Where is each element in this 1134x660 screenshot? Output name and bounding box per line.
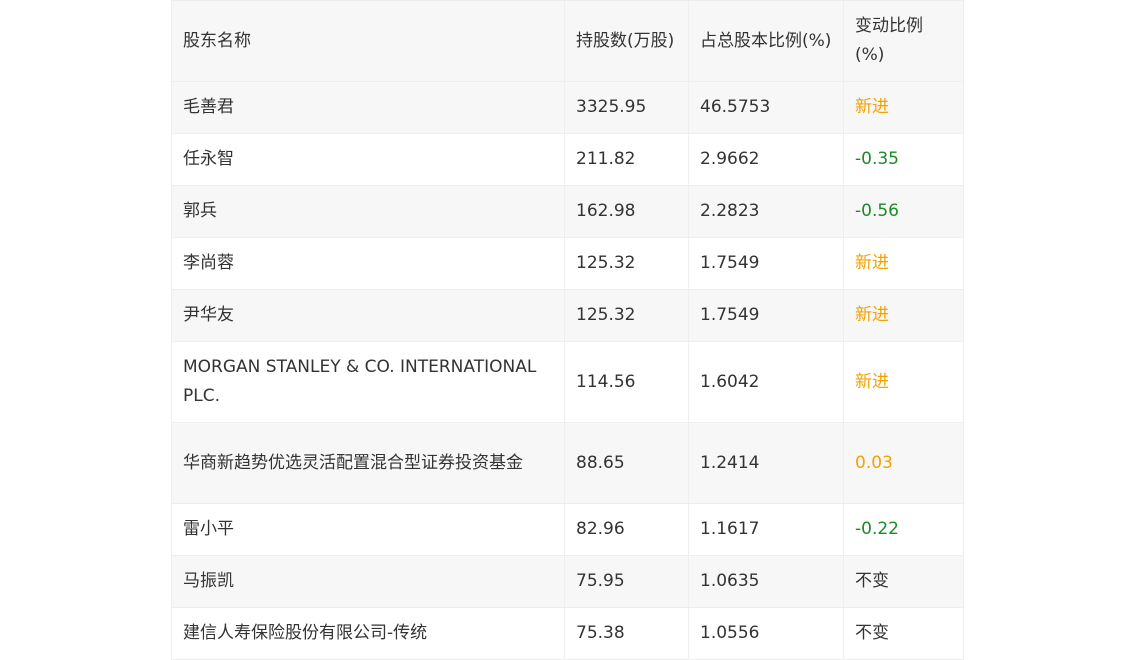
table-row: 李尚蓉 125.32 1.7549 新进 xyxy=(171,237,964,290)
header-shares: 持股数(万股) xyxy=(564,0,689,82)
table-row: 华商新趋势优选灵活配置混合型证券投资基金 88.65 1.2414 0.03 xyxy=(171,422,964,504)
ratio-cell: 1.0556 xyxy=(688,607,844,660)
header-shareholder-name: 股东名称 xyxy=(171,0,565,82)
change-cell: 新进 xyxy=(843,289,964,342)
shares-cell: 75.38 xyxy=(564,607,689,660)
shares-cell: 82.96 xyxy=(564,503,689,556)
shareholder-name-cell: 建信人寿保险股份有限公司-传统 xyxy=(171,607,565,660)
table-row: 尹华友 125.32 1.7549 新进 xyxy=(171,289,964,342)
change-cell: 新进 xyxy=(843,237,964,290)
table-header-row: 股东名称 持股数(万股) 占总股本比例(%) 变动比例(%) xyxy=(171,0,964,82)
change-cell: -0.22 xyxy=(843,503,964,556)
ratio-cell: 2.9662 xyxy=(688,133,844,186)
table-row: 任永智 211.82 2.9662 -0.35 xyxy=(171,133,964,186)
table-row: MORGAN STANLEY & CO. INTERNATIONAL PLC. … xyxy=(171,341,964,423)
table-row: 郭兵 162.98 2.2823 -0.56 xyxy=(171,185,964,238)
shareholder-table: 股东名称 持股数(万股) 占总股本比例(%) 变动比例(%) 毛善君 3325.… xyxy=(171,0,964,660)
ratio-cell: 1.0635 xyxy=(688,555,844,608)
change-cell: -0.35 xyxy=(843,133,964,186)
change-cell: 0.03 xyxy=(843,422,964,504)
ratio-cell: 1.6042 xyxy=(688,341,844,423)
shares-cell: 3325.95 xyxy=(564,81,689,134)
shareholder-name-cell: 华商新趋势优选灵活配置混合型证券投资基金 xyxy=(171,422,565,504)
ratio-cell: 1.7549 xyxy=(688,289,844,342)
ratio-cell: 2.2823 xyxy=(688,185,844,238)
ratio-cell: 1.1617 xyxy=(688,503,844,556)
table-row: 建信人寿保险股份有限公司-传统 75.38 1.0556 不变 xyxy=(171,607,964,660)
shareholder-name-cell: 李尚蓉 xyxy=(171,237,565,290)
shares-cell: 211.82 xyxy=(564,133,689,186)
header-change-ratio: 变动比例(%) xyxy=(843,0,964,82)
ratio-cell: 1.7549 xyxy=(688,237,844,290)
shares-cell: 114.56 xyxy=(564,341,689,423)
ratio-cell: 1.2414 xyxy=(688,422,844,504)
change-cell: 新进 xyxy=(843,81,964,134)
shareholder-name-cell: 毛善君 xyxy=(171,81,565,134)
shares-cell: 125.32 xyxy=(564,289,689,342)
shares-cell: 125.32 xyxy=(564,237,689,290)
shares-cell: 162.98 xyxy=(564,185,689,238)
table-row: 毛善君 3325.95 46.5753 新进 xyxy=(171,81,964,134)
shareholder-name-cell: 雷小平 xyxy=(171,503,565,556)
header-share-ratio: 占总股本比例(%) xyxy=(688,0,844,82)
shareholder-name-cell: 马振凯 xyxy=(171,555,565,608)
shareholder-name-cell: 任永智 xyxy=(171,133,565,186)
shareholder-name-cell: 郭兵 xyxy=(171,185,565,238)
shareholder-table-container: 股东名称 持股数(万股) 占总股本比例(%) 变动比例(%) 毛善君 3325.… xyxy=(171,0,964,660)
shares-cell: 88.65 xyxy=(564,422,689,504)
table-row: 马振凯 75.95 1.0635 不变 xyxy=(171,555,964,608)
ratio-cell: 46.5753 xyxy=(688,81,844,134)
shareholder-name-cell: 尹华友 xyxy=(171,289,565,342)
table-row: 雷小平 82.96 1.1617 -0.22 xyxy=(171,503,964,556)
change-cell: -0.56 xyxy=(843,185,964,238)
change-cell: 不变 xyxy=(843,555,964,608)
shareholder-name-cell: MORGAN STANLEY & CO. INTERNATIONAL PLC. xyxy=(171,341,565,423)
change-cell: 新进 xyxy=(843,341,964,423)
shares-cell: 75.95 xyxy=(564,555,689,608)
change-cell: 不变 xyxy=(843,607,964,660)
